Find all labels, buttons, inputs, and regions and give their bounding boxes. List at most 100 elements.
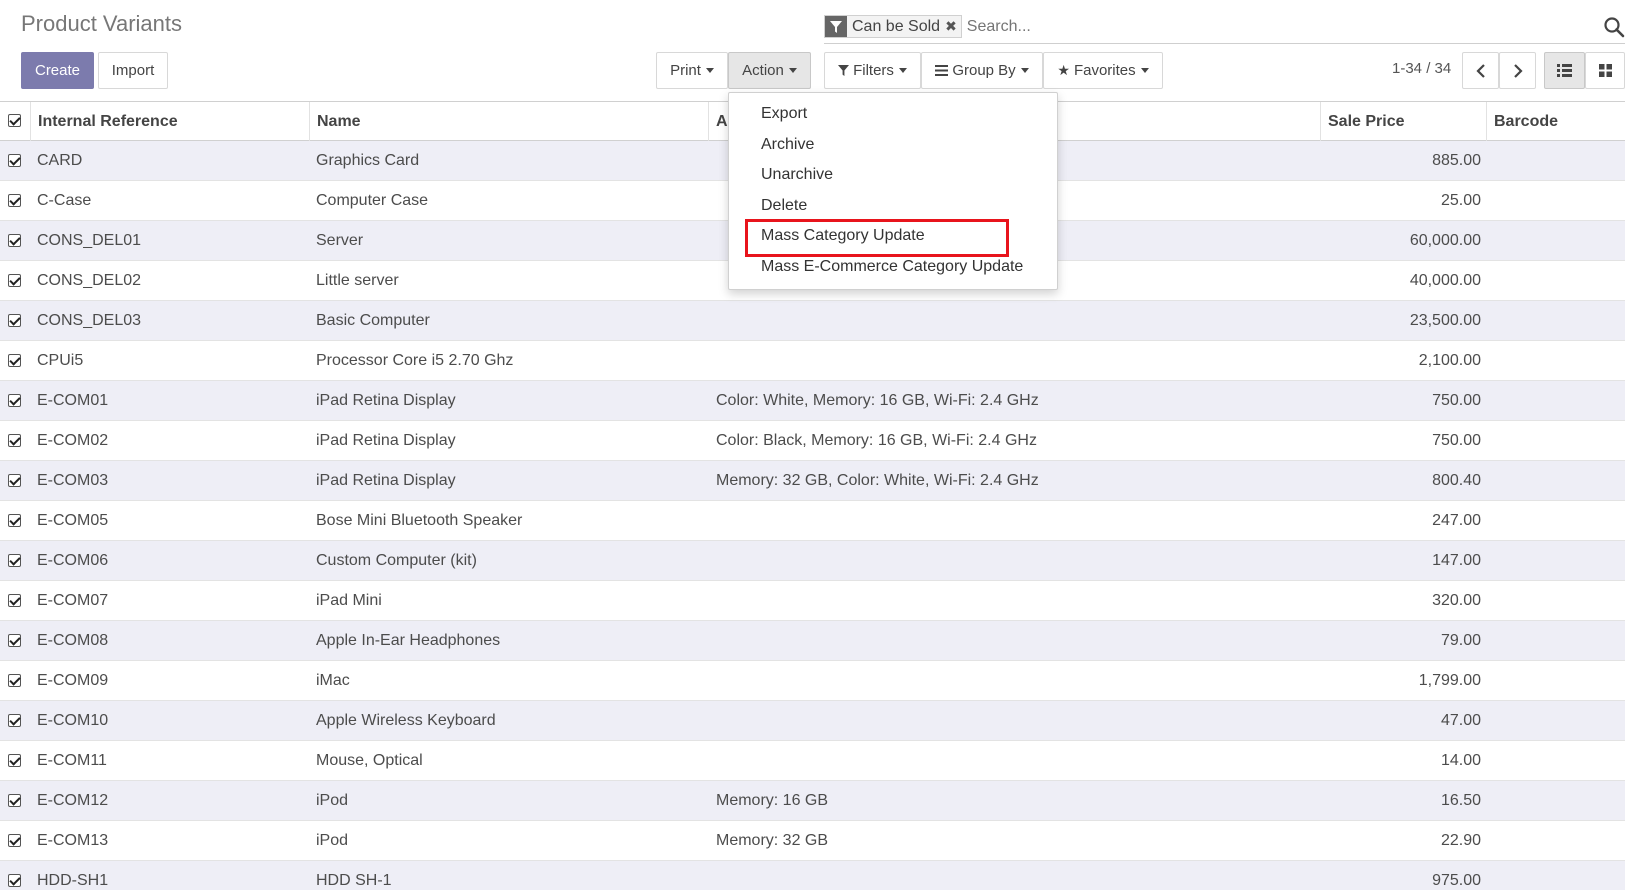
row-checkbox[interactable]: [8, 234, 21, 247]
table-row[interactable]: E-COM09 iMac 1,799.00: [0, 661, 1625, 701]
cell-attributes: [716, 861, 1316, 890]
action-menu-item-unarchive[interactable]: Unarchive: [729, 160, 1057, 191]
search-input[interactable]: [966, 17, 1567, 36]
cell-name: Custom Computer (kit): [316, 551, 477, 569]
cell-barcode: [1494, 261, 1624, 300]
table-row[interactable]: E-COM10 Apple Wireless Keyboard 47.00: [0, 701, 1625, 741]
page-title: Product Variants: [21, 11, 183, 36]
cell-name: Little server: [316, 271, 399, 289]
cell-internal-reference: E-COM13: [37, 831, 109, 849]
facet-label: Can be Sold: [852, 17, 941, 35]
cell-attributes: [716, 621, 1316, 660]
column-header-barcode[interactable]: Barcode: [1487, 102, 1625, 141]
row-checkbox[interactable]: [8, 794, 21, 807]
row-checkbox[interactable]: [8, 194, 21, 207]
cell-sale-price: 23,500.00: [1409, 311, 1481, 329]
pager-next-button[interactable]: [1499, 52, 1536, 89]
cell-name: iPad Retina Display: [316, 391, 456, 409]
table-row[interactable]: E-COM01 iPad Retina Display Color: White, …: [0, 381, 1625, 421]
action-menu-item-mass-e-commerce-category-update[interactable]: Mass E-Commerce Category Update: [729, 252, 1057, 283]
row-checkbox[interactable]: [8, 474, 21, 487]
favorites-button[interactable]: ★ Favorites: [1043, 52, 1163, 89]
cell-barcode: [1494, 621, 1624, 660]
table-row[interactable]: CONS_DEL03 Basic Computer 23,500.00: [0, 301, 1625, 341]
action-button-label: Action: [742, 62, 784, 79]
row-checkbox[interactable]: [8, 314, 21, 327]
action-menu-item-delete[interactable]: Delete: [729, 191, 1057, 222]
row-checkbox[interactable]: [8, 594, 21, 607]
caret-down-icon: [705, 68, 714, 73]
table-row[interactable]: HDD-SH1 HDD SH-1 975.00: [0, 861, 1625, 890]
cell-name: iMac: [316, 671, 350, 689]
row-checkbox[interactable]: [8, 354, 21, 367]
cell-internal-reference: CONS_DEL01: [37, 231, 142, 249]
row-checkbox[interactable]: [8, 394, 21, 407]
group-by-button[interactable]: Group By: [921, 52, 1043, 89]
column-header-sale-price[interactable]: Sale Price: [1321, 102, 1487, 141]
facet-remove-icon[interactable]: ✖: [945, 16, 961, 37]
row-checkbox[interactable]: [8, 714, 21, 727]
column-header-internal-reference[interactable]: Internal Reference: [31, 102, 310, 141]
row-checkbox[interactable]: [8, 154, 21, 167]
search-icon[interactable]: [1603, 16, 1625, 38]
cell-attributes: Memory: 32 GB, Color: White, Wi-Fi: 2.4 …: [716, 471, 1039, 489]
action-button[interactable]: Action: [728, 52, 811, 89]
cell-attributes: [716, 581, 1316, 620]
pager-value[interactable]: 1-34 / 34: [1392, 60, 1451, 77]
action-menu-item-export[interactable]: Export: [729, 99, 1057, 130]
row-checkbox[interactable]: [8, 274, 21, 287]
chevron-right-icon: [1513, 63, 1523, 78]
search-facet: Can be Sold ✖: [824, 15, 962, 38]
row-checkbox[interactable]: [8, 674, 21, 687]
cell-internal-reference: CONS_DEL03: [37, 311, 142, 329]
row-checkbox[interactable]: [8, 754, 21, 767]
cell-barcode: [1494, 461, 1624, 500]
filters-button[interactable]: Filters: [824, 52, 921, 89]
table-row[interactable]: E-COM08 Apple In-Ear Headphones 79.00: [0, 621, 1625, 661]
column-header-name[interactable]: Name: [310, 102, 709, 141]
action-menu-item-mass-category-update[interactable]: Mass Category Update: [729, 219, 1057, 257]
cell-attributes: Memory: 32 GB: [716, 831, 829, 849]
cell-sale-price: 47.00: [1440, 711, 1481, 729]
table-row[interactable]: E-COM06 Custom Computer (kit) 147.00: [0, 541, 1625, 581]
table-row[interactable]: E-COM05 Bose Mini Bluetooth Speaker 247.00: [0, 501, 1625, 541]
filter-icon: [825, 16, 847, 37]
list-view-button[interactable]: [1544, 52, 1585, 89]
row-checkbox[interactable]: [8, 434, 21, 447]
table-row[interactable]: E-COM02 iPad Retina Display Color: Black, …: [0, 421, 1625, 461]
print-button[interactable]: Print: [656, 52, 728, 89]
cell-attributes: [716, 501, 1316, 540]
action-dropdown-menu: Export Archive Unarchive Delete Mass Categor…: [728, 92, 1058, 290]
row-checkbox[interactable]: [8, 634, 21, 647]
row-checkbox[interactable]: [8, 874, 21, 887]
cell-sale-price: 750.00: [1432, 431, 1481, 449]
chevron-left-icon: [1475, 63, 1485, 78]
cell-sale-price: 60,000.00: [1409, 231, 1481, 249]
select-all-checkbox[interactable]: [8, 114, 21, 127]
table-row[interactable]: E-COM13 iPod Memory: 32 GB 22.90: [0, 821, 1625, 861]
create-button[interactable]: Create: [21, 52, 94, 89]
cell-barcode: [1494, 861, 1624, 890]
cell-internal-reference: E-COM12: [37, 791, 109, 809]
pager-previous-button[interactable]: [1462, 52, 1499, 89]
select-all-cell[interactable]: [0, 102, 31, 141]
cell-barcode: [1494, 701, 1624, 740]
kanban-view-button[interactable]: [1585, 52, 1625, 89]
import-button[interactable]: Import: [98, 52, 168, 89]
table-row[interactable]: E-COM12 iPod Memory: 16 GB 16.50: [0, 781, 1625, 821]
table-row[interactable]: E-COM11 Mouse, Optical 14.00: [0, 741, 1625, 781]
row-checkbox[interactable]: [8, 554, 21, 567]
cell-barcode: [1494, 501, 1624, 540]
row-checkbox[interactable]: [8, 514, 21, 527]
table-row[interactable]: CPUi5 Processor Core i5 2.70 Ghz 2,100.00: [0, 341, 1625, 381]
cell-name: HDD SH-1: [316, 871, 392, 889]
table-row[interactable]: E-COM07 iPad Mini 320.00: [0, 581, 1625, 621]
action-menu-item-archive[interactable]: Archive: [729, 130, 1057, 161]
cell-sale-price: 320.00: [1432, 591, 1481, 609]
cell-internal-reference: HDD-SH1: [37, 871, 109, 889]
table-row[interactable]: E-COM03 iPad Retina Display Memory: 32 GB,…: [0, 461, 1625, 501]
list-icon: [1557, 64, 1572, 77]
print-button-label: Print: [670, 62, 701, 79]
cell-name: Apple In-Ear Headphones: [316, 631, 501, 649]
row-checkbox[interactable]: [8, 834, 21, 847]
